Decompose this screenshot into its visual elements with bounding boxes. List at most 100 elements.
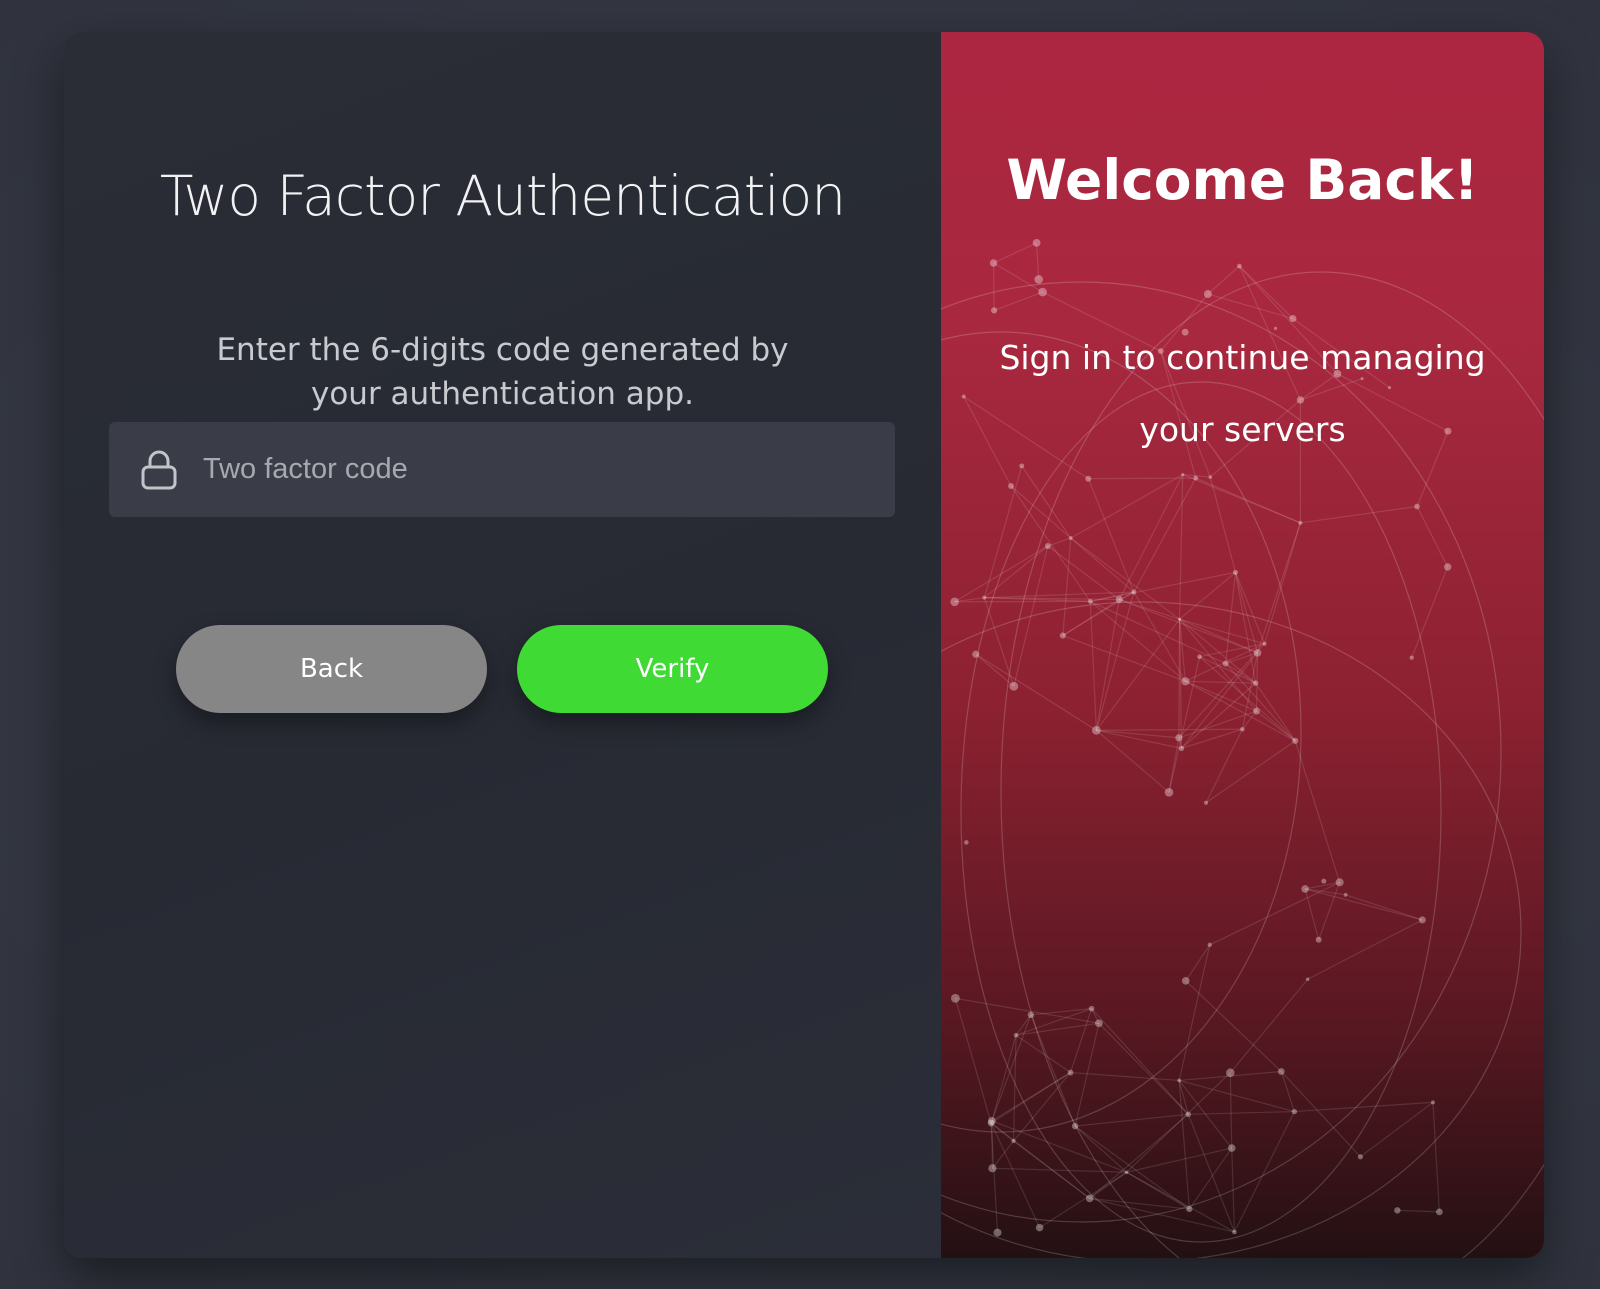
network-node bbox=[989, 259, 998, 267]
instructions-text: Enter the 6-digits code generated by you… bbox=[216, 332, 789, 412]
verify-button[interactable]: Verify bbox=[517, 625, 828, 713]
network-node bbox=[1181, 977, 1190, 985]
network-node bbox=[1185, 1111, 1192, 1118]
network-link bbox=[983, 545, 1049, 599]
network-node bbox=[1193, 475, 1199, 481]
network-link bbox=[1012, 1035, 1017, 1141]
network-node bbox=[1203, 290, 1212, 299]
network-link bbox=[1181, 728, 1243, 749]
network-link bbox=[1185, 680, 1296, 742]
network-node bbox=[1009, 681, 1019, 691]
network-link bbox=[1205, 728, 1243, 804]
network-node bbox=[1181, 677, 1190, 686]
network-link bbox=[1035, 242, 1040, 280]
network-node bbox=[1124, 1170, 1129, 1175]
network-node bbox=[1409, 655, 1414, 660]
network-link bbox=[1345, 894, 1423, 921]
network-node bbox=[988, 1164, 997, 1173]
page-background: Two Factor Authentication Enter the 6-di… bbox=[0, 0, 1600, 1289]
network-link bbox=[1185, 680, 1256, 684]
network-node bbox=[1088, 1005, 1095, 1012]
network-node bbox=[1131, 589, 1137, 595]
network-node bbox=[950, 597, 959, 607]
network-link bbox=[1070, 537, 1180, 620]
welcome-panel: Welcome Back! Sign in to continue managi… bbox=[941, 32, 1544, 1258]
network-node bbox=[1222, 660, 1229, 667]
network-node bbox=[1178, 745, 1185, 752]
two-factor-code-input[interactable] bbox=[201, 438, 875, 501]
network-link bbox=[1062, 538, 1072, 636]
network-node bbox=[987, 1119, 995, 1127]
network-node bbox=[1335, 878, 1344, 887]
network-link bbox=[1095, 599, 1120, 731]
network-link bbox=[1416, 506, 1449, 568]
network-node bbox=[1208, 475, 1213, 479]
network-node bbox=[1298, 520, 1303, 525]
network-node bbox=[1253, 649, 1262, 657]
welcome-message: Sign in to continue managing your server… bbox=[999, 338, 1486, 449]
lock-icon bbox=[139, 448, 179, 492]
network-link bbox=[1062, 634, 1186, 682]
network-link bbox=[1304, 888, 1423, 921]
network-link bbox=[1133, 477, 1197, 593]
network-link bbox=[1179, 571, 1236, 620]
network-link bbox=[991, 1120, 1127, 1173]
network-link bbox=[1087, 478, 1135, 593]
network-link bbox=[1280, 1071, 1295, 1112]
network-link bbox=[1207, 265, 1240, 295]
network-node bbox=[1207, 942, 1212, 947]
auth-card: Two Factor Authentication Enter the 6-di… bbox=[64, 32, 1544, 1258]
network-node bbox=[993, 1228, 1002, 1237]
network-node bbox=[972, 650, 980, 658]
network-link bbox=[1294, 740, 1341, 883]
network-link bbox=[1096, 729, 1179, 739]
network-node bbox=[1032, 239, 1041, 247]
network-node bbox=[1203, 800, 1209, 805]
network-node bbox=[1394, 1207, 1401, 1214]
network-node bbox=[1236, 263, 1242, 269]
network-node bbox=[1008, 482, 1015, 489]
network-link bbox=[1013, 1072, 1071, 1142]
network-node bbox=[982, 595, 987, 600]
network-node bbox=[1175, 734, 1183, 742]
network-node bbox=[1443, 563, 1452, 571]
network-node bbox=[1091, 725, 1101, 735]
network-node bbox=[964, 840, 969, 845]
network-link bbox=[1074, 1125, 1128, 1173]
network-node bbox=[1430, 1100, 1435, 1105]
network-link bbox=[1126, 1147, 1232, 1173]
network-link bbox=[1091, 1008, 1189, 1115]
network-link bbox=[1075, 1113, 1189, 1127]
network-link bbox=[1126, 1072, 1231, 1173]
network-node bbox=[1418, 916, 1426, 924]
network-node bbox=[1435, 1208, 1443, 1216]
network-node bbox=[1232, 1229, 1237, 1235]
network-link bbox=[1205, 740, 1296, 804]
network-link bbox=[1088, 477, 1196, 480]
network-node bbox=[1085, 475, 1092, 482]
network-link bbox=[1300, 505, 1418, 524]
network-link bbox=[1229, 978, 1309, 1074]
network-link bbox=[1397, 1209, 1440, 1213]
network-link bbox=[954, 998, 992, 1124]
network-link bbox=[954, 545, 1049, 603]
network-link bbox=[1411, 566, 1449, 658]
network-node bbox=[1414, 503, 1420, 510]
two-factor-code-field[interactable] bbox=[109, 422, 895, 517]
network-node bbox=[1240, 726, 1245, 732]
network-link bbox=[1069, 1008, 1093, 1073]
network-node bbox=[1164, 788, 1174, 797]
network-node bbox=[1034, 275, 1044, 284]
network-link bbox=[1089, 601, 1097, 731]
network-link bbox=[1304, 881, 1340, 890]
network-node bbox=[1035, 1223, 1044, 1232]
back-button[interactable]: Back bbox=[176, 625, 487, 713]
network-link bbox=[1188, 1147, 1233, 1210]
network-node bbox=[1059, 632, 1066, 639]
network-link bbox=[1089, 1197, 1235, 1233]
network-node bbox=[1253, 707, 1260, 715]
network-node bbox=[1027, 1011, 1035, 1019]
network-link bbox=[1432, 1102, 1440, 1212]
network-link bbox=[990, 1123, 999, 1233]
network-link bbox=[1234, 572, 1266, 644]
